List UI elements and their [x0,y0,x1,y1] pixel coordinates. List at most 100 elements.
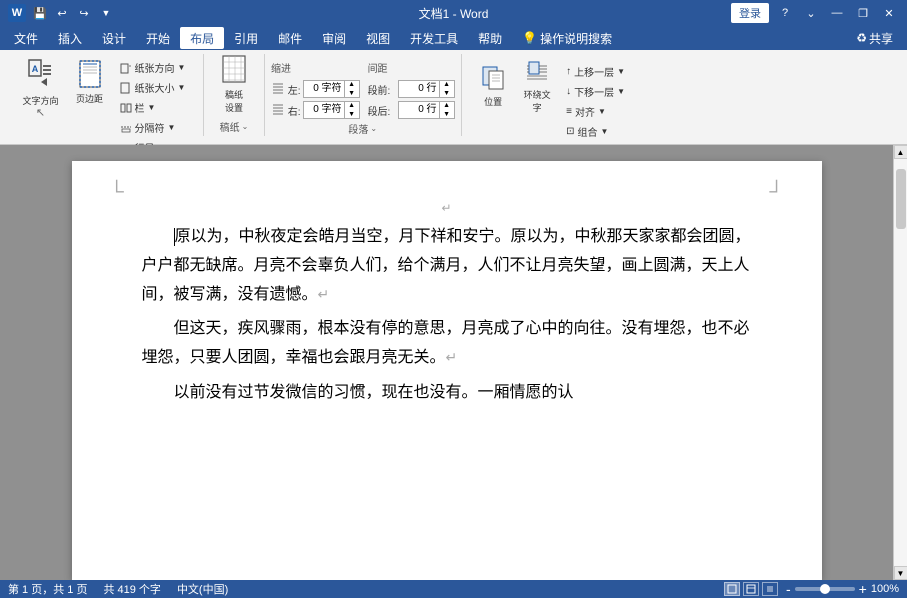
orientation-arrow: ▼ [178,63,186,72]
scroll-down-btn[interactable]: ▼ [894,566,907,580]
zoom-plus-btn[interactable]: + [859,582,867,596]
customize-qa[interactable]: ▼ [96,4,116,22]
menu-design[interactable]: 设计 [92,27,136,49]
paragraph-3: 以前没有过节发微信的习惯，现在也没有。一厢情愿的认 [142,379,752,408]
wrap-text-label: 环绕文字 [522,88,552,114]
menu-help[interactable]: 帮助 [468,27,512,49]
breaks-btn[interactable]: 分隔符 ▼ [115,118,191,137]
position-btn[interactable]: 位置 [473,60,513,112]
paper-size-btn[interactable]: 纸张大小 ▼ [115,78,191,97]
send-back-btn[interactable]: ↓ 下移一层 ▼ [561,82,630,101]
bring-forward-arrow: ▼ [617,67,625,76]
zoom-slider[interactable] [795,587,855,591]
spacing-after-value: 0 行 [399,101,439,119]
align-label: 对齐 [575,104,595,119]
web-view-btn[interactable] [743,582,759,596]
search-box[interactable]: 💡 操作说明搜索 [512,27,622,49]
print-view-btn[interactable] [724,582,740,596]
spacing-before-up[interactable]: ▲ [440,80,454,89]
vertical-scrollbar[interactable]: ▲ ▼ [893,145,907,580]
window-title: 文档1 - Word [419,5,489,22]
spacing-before-spinner[interactable]: 0 行 ▲ ▼ [398,80,455,98]
paragraph-expand[interactable]: ⌄ [370,124,377,133]
zoom-minus-btn[interactable]: - [786,582,791,596]
title-bar-left: W 💾 ↩ ↪ ▼ [8,4,116,22]
spacing-title: 间距 [368,60,455,75]
spacing-before-row: 段前: 0 行 ▲ ▼ [368,80,455,98]
orientation-btn[interactable]: 纸张方向 ▼ [115,58,191,77]
menu-file[interactable]: 文件 [4,27,48,49]
spacing-after-row: 段后: 0 行 ▲ ▼ [368,101,455,119]
menu-layout[interactable]: 布局 [180,27,224,49]
spacing-after-spinner[interactable]: 0 行 ▲ ▼ [398,101,455,119]
spacing-before-value: 0 行 [399,80,439,98]
document-page[interactable]: └ ┘ ↵ 原以为，中秋夜定会皓月当空，月下祥和安宁。原以为，中秋那天家家都会团… [72,161,822,580]
text-direction-label: 文字方向 [23,94,59,107]
indent-right-row: 右: 0 字符 ▲ ▼ [271,101,360,119]
section-mark-top: ↵ [142,201,752,215]
paragraph-label: 段落 ⌄ [348,121,377,136]
redo-btn[interactable]: ↪ [74,4,94,22]
align-btn[interactable]: ≡ 对齐 ▼ [561,102,630,121]
indent-left-up[interactable]: ▲ [345,80,359,89]
menu-review[interactable]: 审阅 [312,27,356,49]
ribbon-toggle[interactable]: ⌄ [801,4,821,22]
minimize-btn[interactable]: — [827,4,847,22]
document-content[interactable]: 原以为，中秋夜定会皓月当空，月下祥和安宁。原以为，中秋那天家家都会团圆，户户都无… [142,223,752,408]
draft-expand[interactable]: ⌄ [242,122,249,131]
indent-left-spinner[interactable]: 0 字符 ▲ ▼ [303,80,360,98]
menu-references[interactable]: 引用 [224,27,268,49]
spacing-after-down[interactable]: ▼ [440,110,454,119]
indent-section: 缩进 左: 0 字符 ▲ ▼ [271,60,360,119]
margins-btn[interactable]: 页边距 [69,56,111,108]
group-page-setup: A 文字方向 ↖ [4,54,204,136]
zoom-handle[interactable] [820,584,830,594]
menu-developer[interactable]: 开发工具 [400,27,468,49]
menu-view[interactable]: 视图 [356,27,400,49]
text-direction-btn[interactable]: A 文字方向 [17,56,65,108]
indent-right-value: 0 字符 [304,101,344,119]
scroll-track[interactable] [894,159,907,566]
columns-arrow: ▼ [148,103,156,112]
close-btn[interactable]: ✕ [879,4,899,22]
status-bar: 第 1 页，共 1 页 共 419 个字 中文(中国) - + 100% [0,580,907,598]
undo-btn[interactable]: ↩ [52,4,72,22]
indent-right-arrows: ▲ ▼ [344,101,359,119]
help-icon[interactable]: ? [775,4,795,22]
send-back-arrow: ▼ [617,87,625,96]
spacing-before-label: 段前: [368,82,396,97]
save-btn[interactable]: 💾 [30,4,50,22]
scroll-thumb[interactable] [896,169,906,229]
login-button[interactable]: 登录 [731,3,769,23]
spacing-after-arrows: ▲ ▼ [439,101,454,119]
margins-label: 页边距 [76,92,103,105]
indent-right-up[interactable]: ▲ [345,101,359,110]
menu-mailings[interactable]: 邮件 [268,27,312,49]
scroll-up-btn[interactable]: ▲ [894,145,907,159]
spacing-after-up[interactable]: ▲ [440,101,454,110]
breaks-label: 分隔符 [135,120,165,135]
spacing-before-down[interactable]: ▼ [440,89,454,98]
wrap-text-btn[interactable]: 环绕文字 [517,60,557,112]
menu-home[interactable]: 开始 [136,27,180,49]
columns-btn[interactable]: 栏 ▼ [115,98,191,117]
svg-text:A: A [31,64,38,74]
share-icon: ♻ [856,31,867,45]
ribbon: A 文字方向 ↖ [0,50,907,145]
focus-view-btn[interactable] [762,582,778,596]
indent-right-down[interactable]: ▼ [345,110,359,119]
document-wrapper: └ ┘ ↵ 原以为，中秋夜定会皓月当空，月下祥和安宁。原以为，中秋那天家家都会团… [0,145,907,580]
indent-right-spinner[interactable]: 0 字符 ▲ ▼ [303,101,360,119]
group-paragraph: 缩进 左: 0 字符 ▲ ▼ [265,54,462,136]
text-direction-group: A 文字方向 ↖ [17,56,65,119]
menu-insert[interactable]: 插入 [48,27,92,49]
draft-settings-btn[interactable]: 稿纸设置 [210,56,258,112]
maximize-btn[interactable]: ❐ [853,4,873,22]
group-arrange: 位置 [462,54,642,136]
indent-right-label: 右: [271,103,301,118]
group-btn[interactable]: ⊡ 组合 ▼ [561,122,630,141]
pilcrow-2: ↵ [446,351,458,366]
bring-forward-btn[interactable]: ↑ 上移一层 ▼ [561,62,630,81]
indent-left-down[interactable]: ▼ [345,89,359,98]
share-btn[interactable]: ♻ 共享 [846,27,903,49]
